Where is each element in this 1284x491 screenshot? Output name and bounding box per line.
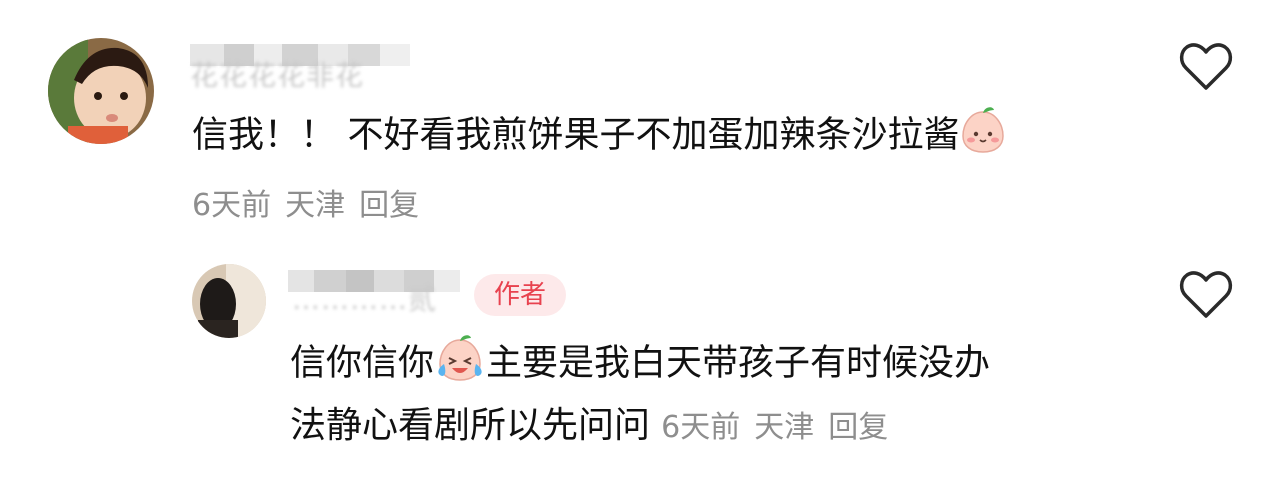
reply-button[interactable]: 回复 xyxy=(359,188,419,223)
comment-text-line2: 法静心看剧所以先问问 6天前 天津 回复 xyxy=(290,402,902,450)
avatar[interactable] xyxy=(192,264,266,338)
comment-meta: 6天前 天津 回复 xyxy=(192,180,433,224)
comment-time: 6天前 xyxy=(661,410,741,445)
reply-button[interactable]: 回复 xyxy=(828,410,888,445)
comment-text-line1: 信你信你 主要是我白天带孩子有时候没办 xyxy=(290,334,990,395)
username: 花花花花非花 xyxy=(190,59,365,92)
comment-body: 信我！！ 不好看我煎饼果子不加蛋加辣条沙拉酱 xyxy=(192,114,960,156)
username: …………贰 xyxy=(292,283,438,316)
blush-face-emoji xyxy=(959,106,1007,167)
like-heart-icon[interactable] xyxy=(1178,40,1234,92)
username-blurred[interactable]: …………贰 xyxy=(288,268,468,316)
comment-time: 6天前 xyxy=(192,188,272,223)
author-badge: 作者 xyxy=(474,274,567,316)
comment-meta: 6天前 天津 回复 xyxy=(661,410,902,445)
comment-location: 天津 xyxy=(285,188,346,223)
comment-body-start: 信你信你 xyxy=(290,342,435,384)
comment-body-end: 法静心看剧所以先问问 xyxy=(290,405,651,446)
username-blurred[interactable]: 花花花花非花 xyxy=(190,44,440,92)
comment-text: 信我！！ 不好看我煎饼果子不加蛋加辣条沙拉酱 xyxy=(192,106,1007,167)
laugh-cry-emoji xyxy=(434,334,486,395)
comment-body-continued: 主要是我白天带孩子有时候没办 xyxy=(486,342,991,384)
like-heart-icon[interactable] xyxy=(1178,268,1234,320)
comment-location: 天津 xyxy=(754,410,815,445)
avatar[interactable] xyxy=(48,38,154,144)
